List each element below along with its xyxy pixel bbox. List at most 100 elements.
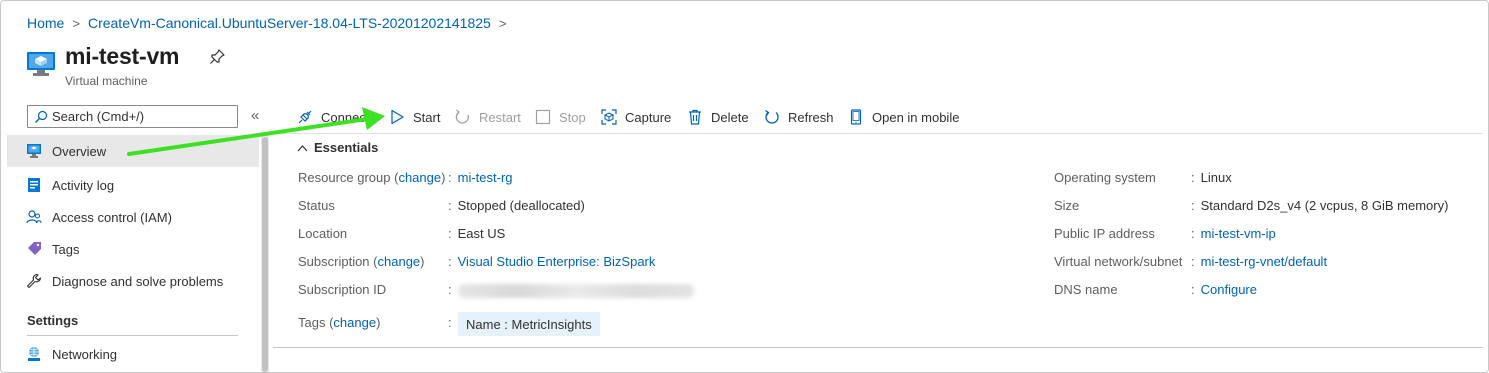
tags-label: Tags xyxy=(298,315,326,330)
status-key: Status xyxy=(298,198,335,213)
colon: : xyxy=(448,226,452,241)
sidebar-item-overview[interactable]: Overview xyxy=(7,135,259,167)
sidebar-scrollbar[interactable] xyxy=(261,135,269,372)
delete-button[interactable]: Delete xyxy=(687,105,749,129)
sidebar-item-label: Tags xyxy=(52,241,80,257)
sidebar-item-diagnose[interactable]: Diagnose and solve problems xyxy=(7,265,259,297)
wrench-icon xyxy=(26,273,42,289)
tag-icon xyxy=(28,242,41,255)
configure-dns-link[interactable]: Configure xyxy=(1201,282,1257,297)
sidebar-item-label: Diagnose and solve problems xyxy=(52,273,224,289)
colon: : xyxy=(1191,198,1195,213)
network-icon xyxy=(28,347,40,361)
trash-icon xyxy=(689,109,701,125)
sidebar-item-label: Networking xyxy=(52,346,118,362)
colon: : xyxy=(448,198,452,213)
azure-portal-frame: Home > CreateVm-Canonical.UbuntuServer-18.… xyxy=(0,0,1489,373)
chevron-up-icon xyxy=(297,145,308,152)
essentials-toggle[interactable]: Essentials xyxy=(297,140,378,155)
tag-chip[interactable]: Name : MetricInsights xyxy=(458,312,600,336)
capture-icon xyxy=(601,109,617,125)
sidebar-item-label: Access control (IAM) xyxy=(52,209,172,225)
plug-icon xyxy=(298,110,312,124)
colon: : xyxy=(1191,282,1195,297)
refresh-icon xyxy=(765,109,779,124)
page-subtitle: Virtual machine xyxy=(65,74,148,88)
resource-group-link[interactable]: mi-test-rg xyxy=(458,170,513,185)
collapse-sidebar-button[interactable]: « xyxy=(251,107,259,124)
subscription-key: Subscription (change) xyxy=(298,254,425,269)
restart-icon xyxy=(455,109,469,124)
location-value-row: : East US xyxy=(448,226,505,241)
sidebar-item-networking[interactable]: Networking xyxy=(7,338,259,370)
search-placeholder: Search (Cmd+/) xyxy=(52,109,145,124)
refresh-button[interactable]: Refresh xyxy=(764,105,834,129)
change-resource-group-link[interactable]: change xyxy=(398,170,441,185)
vnet-link[interactable]: mi-test-rg-vnet/default xyxy=(1201,254,1327,269)
mobile-icon xyxy=(850,109,862,125)
play-icon xyxy=(391,109,404,125)
colon: : xyxy=(448,282,452,297)
search-input[interactable]: Search (Cmd+/) xyxy=(27,105,238,128)
sidebar-divider xyxy=(27,335,238,336)
stop-label: Stop xyxy=(559,109,586,125)
subscription-id-value-row: : xyxy=(448,282,694,298)
colon: : xyxy=(448,170,452,185)
pin-icon[interactable] xyxy=(209,49,225,65)
activity-log-icon xyxy=(28,178,40,192)
scrollbar-thumb[interactable] xyxy=(262,137,268,372)
breadcrumb-home[interactable]: Home xyxy=(27,15,64,31)
divider xyxy=(273,347,1483,348)
people-icon xyxy=(26,210,42,224)
sidebar-item-access-control[interactable]: Access control (IAM) xyxy=(7,201,259,233)
public-ip-value-row: : mi-test-vm-ip xyxy=(1191,226,1276,241)
sidebar-item-tags[interactable]: Tags xyxy=(7,233,259,265)
subscription-link[interactable]: Visual Studio Enterprise: BizSpark xyxy=(458,254,656,269)
essentials-heading: Essentials xyxy=(314,140,379,155)
status-value-row: : Stopped (deallocated) xyxy=(448,198,585,213)
page-title: mi-test-vm xyxy=(65,43,180,69)
location-key: Location xyxy=(298,226,348,241)
location-value: East US xyxy=(457,226,506,241)
os-value-row: : Linux xyxy=(1191,170,1232,185)
stop-button[interactable]: Stop xyxy=(535,105,586,129)
public-ip-key: Public IP address xyxy=(1054,226,1155,241)
connect-label: Connect xyxy=(321,109,370,125)
tags-key: Tags (change) xyxy=(298,315,381,330)
breadcrumb-separator: > xyxy=(498,16,507,31)
open-in-mobile-button[interactable]: Open in mobile xyxy=(848,105,959,129)
capture-button[interactable]: Capture xyxy=(601,105,671,129)
resource-group-key: Resource group (change) xyxy=(298,170,446,185)
search-icon xyxy=(35,110,48,123)
colon: : xyxy=(448,254,452,269)
size-key: Size xyxy=(1054,198,1080,213)
colon: : xyxy=(1191,226,1195,241)
status-value: Stopped (deallocated) xyxy=(457,198,585,213)
colon: : xyxy=(1191,170,1195,185)
virtual-machine-icon xyxy=(27,52,55,76)
sidebar-item-activity-log[interactable]: Activity log xyxy=(7,169,259,201)
size-value: Standard D2s_v4 (2 vcpus, 8 GiB memory) xyxy=(1200,198,1449,213)
sidebar-item-label: Activity log xyxy=(52,177,115,193)
public-ip-link[interactable]: mi-test-vm-ip xyxy=(1201,226,1276,241)
subscription-value-row: : Visual Studio Enterprise: BizSpark xyxy=(448,254,655,269)
os-value: Linux xyxy=(1200,170,1232,185)
colon: : xyxy=(448,315,452,330)
colon: : xyxy=(1191,254,1195,269)
dns-key: DNS name xyxy=(1054,282,1118,297)
restart-button[interactable]: Restart xyxy=(455,105,521,129)
resource-group-label: Resource group xyxy=(298,170,391,185)
size-value-row: : Standard D2s_v4 (2 vcpus, 8 GiB memory) xyxy=(1191,198,1448,213)
vnet-key: Virtual network/subnet xyxy=(1054,254,1183,269)
subscription-id-redacted xyxy=(457,283,694,298)
delete-label: Delete xyxy=(711,109,749,125)
change-tags-link[interactable]: change xyxy=(333,315,376,330)
stop-icon xyxy=(535,109,551,125)
breadcrumb-deployment[interactable]: CreateVm-Canonical.UbuntuServer-18.04-LT… xyxy=(88,15,491,31)
change-subscription-link[interactable]: change xyxy=(378,254,421,269)
breadcrumb: Home > CreateVm-Canonical.UbuntuServer-18.… xyxy=(27,15,514,31)
capture-label: Capture xyxy=(625,109,672,125)
start-button[interactable]: Start xyxy=(389,105,440,129)
connect-button[interactable]: Connect xyxy=(297,105,369,129)
subscription-label: Subscription xyxy=(298,254,370,269)
